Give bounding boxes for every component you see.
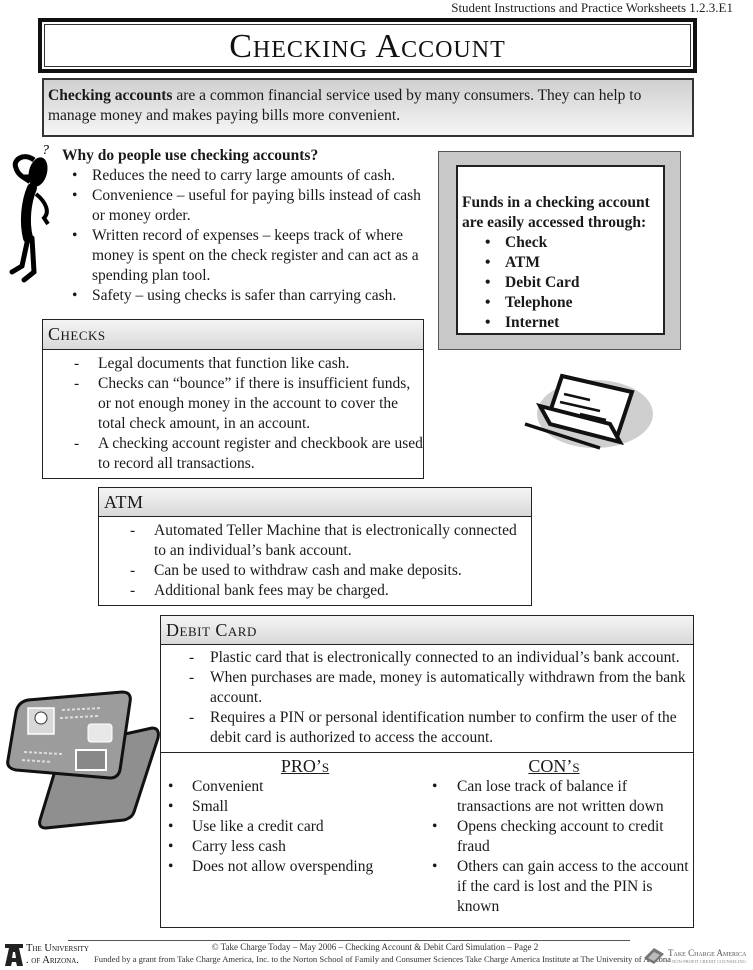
- list-item: Written record of expenses – keeps track…: [62, 226, 432, 286]
- list-item: Convenience – useful for paying bills in…: [62, 186, 432, 226]
- atm-section: ATM Automated Teller Machine that is ele…: [98, 487, 532, 606]
- pros-column: PRO’s Convenient Small Use like a credit…: [161, 755, 419, 917]
- intro-term: Checking accounts: [48, 87, 173, 104]
- why-section: Why do people use checking accounts? Red…: [62, 146, 432, 306]
- debit-cards-icon: [6, 690, 160, 830]
- why-question: Why do people use checking accounts?: [62, 147, 319, 164]
- debit-card-section: Debit Card Plastic card that is electron…: [160, 615, 694, 928]
- funds-intro: Funds in a checking account are easily a…: [462, 194, 650, 231]
- list-item: Reduces the need to carry large amounts …: [62, 166, 432, 186]
- atm-body: Automated Teller Machine that is electro…: [99, 517, 531, 601]
- debit-list: Plastic card that is electronically conn…: [161, 648, 693, 748]
- ua-wordmark: The University . of Arizona.: [26, 943, 89, 967]
- list-item: Use like a credit card: [161, 817, 419, 837]
- footer-funding: Funded by a grant from Take Charge Ameri…: [94, 954, 671, 964]
- checks-heading: Checks: [43, 320, 423, 350]
- title-box: Checking Account: [38, 18, 697, 73]
- intro-box: Checking accounts are a common financial…: [42, 78, 694, 137]
- list-item: Automated Teller Machine that is electro…: [99, 521, 531, 561]
- pros-cons: PRO’s Convenient Small Use like a credit…: [161, 753, 693, 917]
- checks-list: Legal documents that function like cash.…: [43, 354, 423, 474]
- funds-list: Check ATM Debit Card Telephone Internet: [462, 233, 659, 333]
- list-item: When purchases are made, money is automa…: [161, 668, 693, 708]
- list-item: Debit Card: [462, 273, 659, 293]
- why-list: Reduces the need to carry large amounts …: [62, 166, 432, 306]
- debit-heading: Debit Card: [161, 616, 693, 645]
- footer-copyright: © Take Charge Today – May 2006 – Checkin…: [211, 942, 539, 952]
- checks-body: Legal documents that function like cash.…: [43, 350, 423, 474]
- ua-line-1: The University: [26, 943, 89, 954]
- ua-line-2: . of Arizona.: [26, 955, 79, 966]
- tca-emblem-icon: [644, 948, 664, 964]
- list-item: Requires a PIN or personal identificatio…: [161, 708, 693, 748]
- pros-title: PRO’s: [280, 756, 330, 776]
- atm-list: Automated Teller Machine that is electro…: [99, 521, 531, 601]
- tca-name: Take Charge America: [668, 948, 747, 958]
- funds-access-inner: Funds in a checking account are easily a…: [456, 165, 665, 335]
- worksheet-caption: Student Instructions and Practice Worksh…: [451, 0, 733, 15]
- list-item: A checking account register and checkboo…: [43, 434, 423, 474]
- list-item: Plastic card that is electronically conn…: [161, 648, 693, 668]
- list-item: Carry less cash: [161, 837, 419, 857]
- debit-body: Plastic card that is electronically conn…: [161, 645, 693, 753]
- cons-list: Can lose track of balance if transaction…: [419, 777, 689, 917]
- take-charge-america-logo: Take Charge America NON-PROFIT CREDIT CO…: [642, 946, 753, 966]
- page-title: Checking Account: [44, 24, 691, 67]
- cons-column: CON’s Can lose track of balance if trans…: [419, 755, 689, 917]
- checks-section: Checks Legal documents that function lik…: [42, 319, 424, 479]
- svg-text:?: ?: [42, 143, 49, 158]
- list-item: Can be used to withdraw cash and make de…: [99, 561, 531, 581]
- pros-list: Convenient Small Use like a credit card …: [161, 777, 419, 877]
- ua-block-a-icon: [5, 944, 23, 966]
- list-item: Small: [161, 797, 419, 817]
- list-item: Telephone: [462, 293, 659, 313]
- footer-divider: [68, 940, 630, 941]
- list-item: Can lose track of balance if transaction…: [419, 777, 689, 817]
- list-item: Legal documents that function like cash.: [43, 354, 423, 374]
- funds-access-box: Funds in a checking account are easily a…: [438, 151, 681, 350]
- list-item: Checks can “bounce” if there is insuffic…: [43, 374, 423, 434]
- list-item: Opens checking account to credit fraud: [419, 817, 689, 857]
- atm-heading: ATM: [99, 488, 531, 517]
- list-item: Additional bank fees may be charged.: [99, 581, 531, 601]
- checkbook-icon: [524, 373, 653, 450]
- tca-tagline: NON-PROFIT CREDIT COUNSELING: [672, 959, 746, 964]
- cons-title: CON’s: [528, 756, 580, 776]
- university-of-arizona-logo: The University . of Arizona.: [4, 942, 94, 970]
- list-item: Convenient: [161, 777, 419, 797]
- list-item: ATM: [462, 253, 659, 273]
- list-item: Check: [462, 233, 659, 253]
- list-item: Does not allow overspending: [161, 857, 419, 877]
- list-item: Safety – using checks is safer than carr…: [62, 286, 432, 306]
- list-item: Others can gain access to the account if…: [419, 857, 689, 917]
- list-item: Internet: [462, 313, 659, 333]
- thinking-person-icon: ?: [9, 143, 50, 283]
